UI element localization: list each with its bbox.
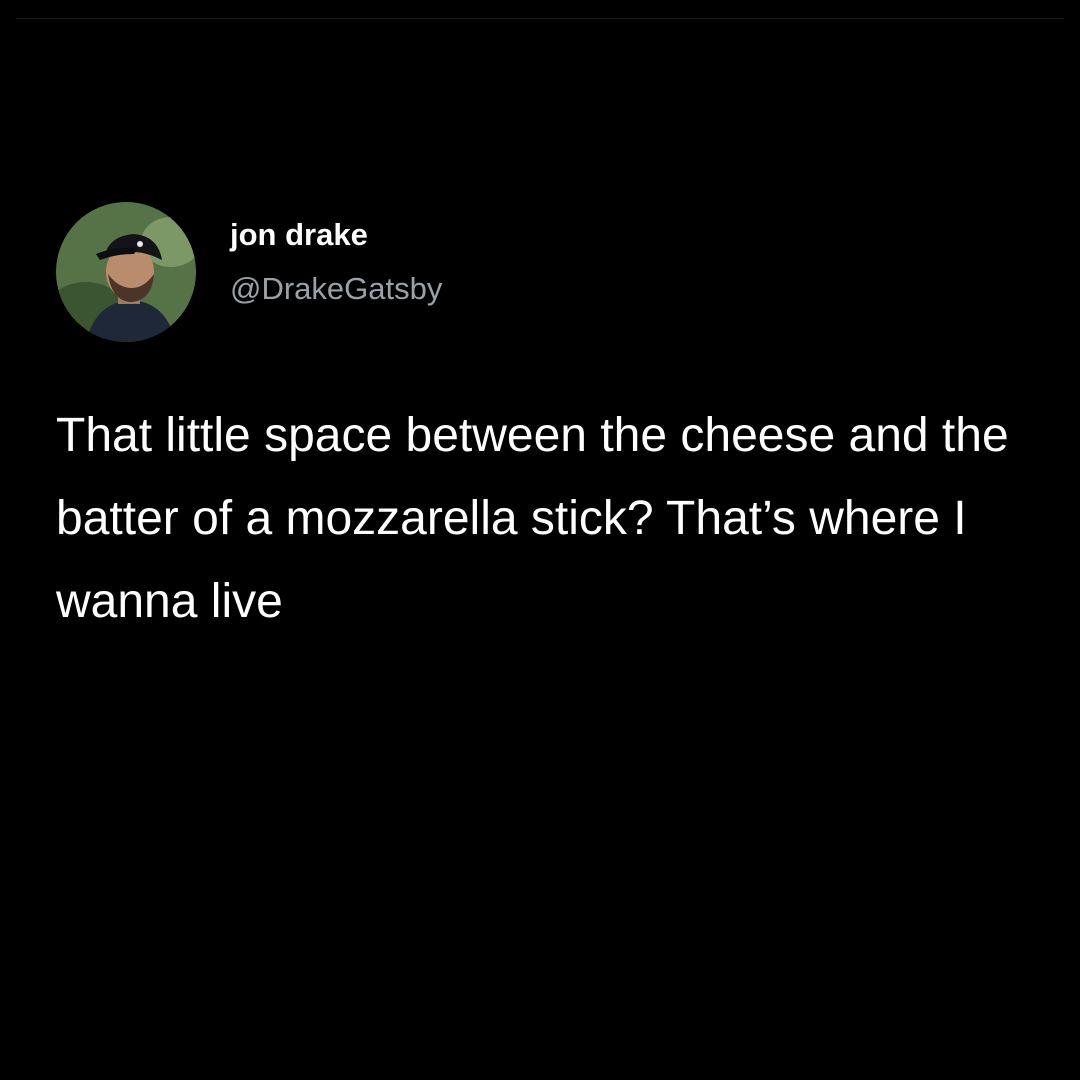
profile-photo-avatar-icon bbox=[56, 202, 196, 342]
user-handle[interactable]: @DrakeGatsby bbox=[230, 269, 442, 309]
author-names: jon drake @DrakeGatsby bbox=[230, 202, 442, 342]
display-name[interactable]: jon drake bbox=[230, 215, 442, 255]
top-divider bbox=[16, 18, 1064, 19]
tweet-card: jon drake @DrakeGatsby That little space… bbox=[56, 202, 1024, 643]
tweet-text: That little space between the cheese and… bbox=[56, 409, 1009, 628]
tweet-header: jon drake @DrakeGatsby bbox=[56, 202, 1024, 342]
avatar[interactable] bbox=[56, 202, 196, 342]
